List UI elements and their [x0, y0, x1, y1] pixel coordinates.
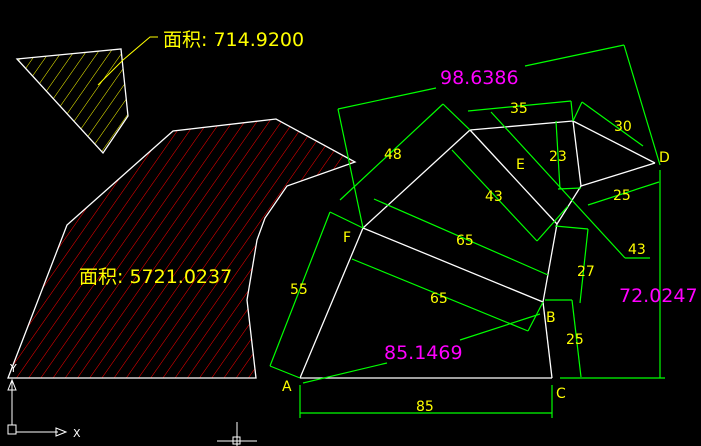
dim-b-up: 27 — [577, 264, 595, 280]
point-label-d: D — [659, 150, 670, 166]
large-area-label: 面积: 5721.0237 — [79, 266, 232, 288]
geometry-lines — [299, 120, 656, 379]
point-label-c: C — [556, 386, 566, 402]
large-hatched-region[interactable] — [7, 118, 357, 379]
dim-fb-upper: 65 — [456, 233, 474, 249]
dim-e-vert: 23 — [549, 149, 567, 165]
small-hatched-region[interactable] — [15, 48, 129, 155]
dim-e-d: 30 — [614, 119, 632, 135]
dim-total-right: 72.0247 — [619, 285, 698, 307]
dim-af: 55 — [290, 282, 308, 298]
small-area-label: 面积: 714.9200 — [163, 29, 304, 51]
crosshair-cursor-icon — [217, 422, 257, 446]
dim-total-top: 98.6386 — [440, 67, 519, 89]
drawing: 面积: 714.9200 面积: 5721.0237 A B C D E F 5… — [7, 29, 698, 446]
dim-e-diag: 43 — [485, 189, 503, 205]
dim-d-low: 25 — [613, 188, 631, 204]
point-label-f: F — [343, 230, 351, 246]
ucs-x-label: X — [73, 427, 81, 440]
ucs-y-label: Y — [9, 362, 17, 375]
dim-e-top: 35 — [510, 101, 528, 117]
cad-drawing-canvas[interactable]: 面积: 714.9200 面积: 5721.0237 A B C D E F 5… — [0, 0, 701, 446]
dim-ac: 85 — [416, 399, 434, 415]
dim-fe: 48 — [384, 147, 402, 163]
point-label-b: B — [546, 310, 556, 326]
ucs-icon — [7, 378, 68, 437]
dim-side-43: 43 — [628, 242, 646, 258]
dim-total-ab: 85.1469 — [384, 342, 463, 364]
dim-b-c: 25 — [566, 332, 584, 348]
dimension-lines — [269, 44, 665, 418]
point-label-e: E — [516, 157, 525, 173]
dim-fb-lower: 65 — [430, 291, 448, 307]
point-label-a: A — [282, 379, 292, 395]
